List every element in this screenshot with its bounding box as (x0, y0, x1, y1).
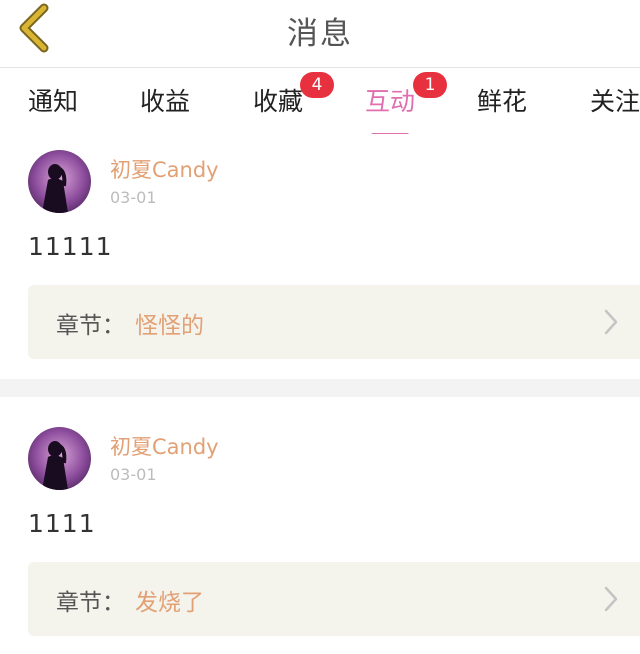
tab-label: 收藏 (253, 87, 304, 116)
message-text: 1111 (28, 509, 96, 538)
avatar[interactable] (28, 427, 91, 490)
user-avatar-image (28, 150, 91, 213)
tab-label: 鲜花 (477, 87, 528, 116)
tab-flowers[interactable]: 鲜花 (477, 82, 527, 118)
chapter-link-card[interactable]: 章节： 怪怪的 (28, 285, 640, 359)
chapter-link-card[interactable]: 章节： 发烧了 (28, 562, 640, 636)
avatar[interactable] (28, 150, 91, 213)
username-link[interactable]: 初夏Candy (110, 431, 219, 461)
chapter-name: 发烧了 (135, 590, 204, 616)
message-item: 初夏Candy 03-01 1111 章节： 发烧了 (0, 411, 640, 653)
tab-label: 互动 (365, 87, 416, 116)
chevron-right-icon (604, 586, 618, 612)
message-date: 03-01 (110, 188, 157, 207)
chapter-label: 章节： (56, 590, 125, 616)
tab-interactions[interactable]: 互动 1 (365, 72, 447, 137)
page-title: 消息 (287, 16, 353, 52)
tab-earnings[interactable]: 收益 (140, 82, 190, 118)
username-link[interactable]: 初夏Candy (110, 154, 219, 184)
section-divider (0, 379, 640, 397)
tab-bar: 通知 收益 收藏 4 互动 1 鲜花 关注 (0, 68, 640, 137)
chapter-name: 怪怪的 (135, 313, 204, 339)
tab-label: 关注 (590, 87, 640, 116)
unread-count-badge: 1 (413, 72, 447, 98)
top-nav-bar: 消息 (0, 0, 640, 68)
message-item: 初夏Candy 03-01 11111 章节： 怪怪的 (0, 134, 640, 376)
chevron-right-icon (604, 309, 618, 335)
message-text: 11111 (28, 232, 113, 261)
unread-count-badge: 4 (300, 72, 334, 98)
tab-notifications[interactable]: 通知 (28, 82, 78, 118)
tab-favorites[interactable]: 收藏 4 (253, 72, 334, 118)
message-date: 03-01 (110, 465, 157, 484)
user-avatar-image (28, 427, 91, 490)
tab-label: 通知 (28, 87, 79, 116)
tab-label: 收益 (140, 87, 191, 116)
chapter-label: 章节： (56, 313, 125, 339)
tab-follows[interactable]: 关注 (590, 82, 640, 118)
